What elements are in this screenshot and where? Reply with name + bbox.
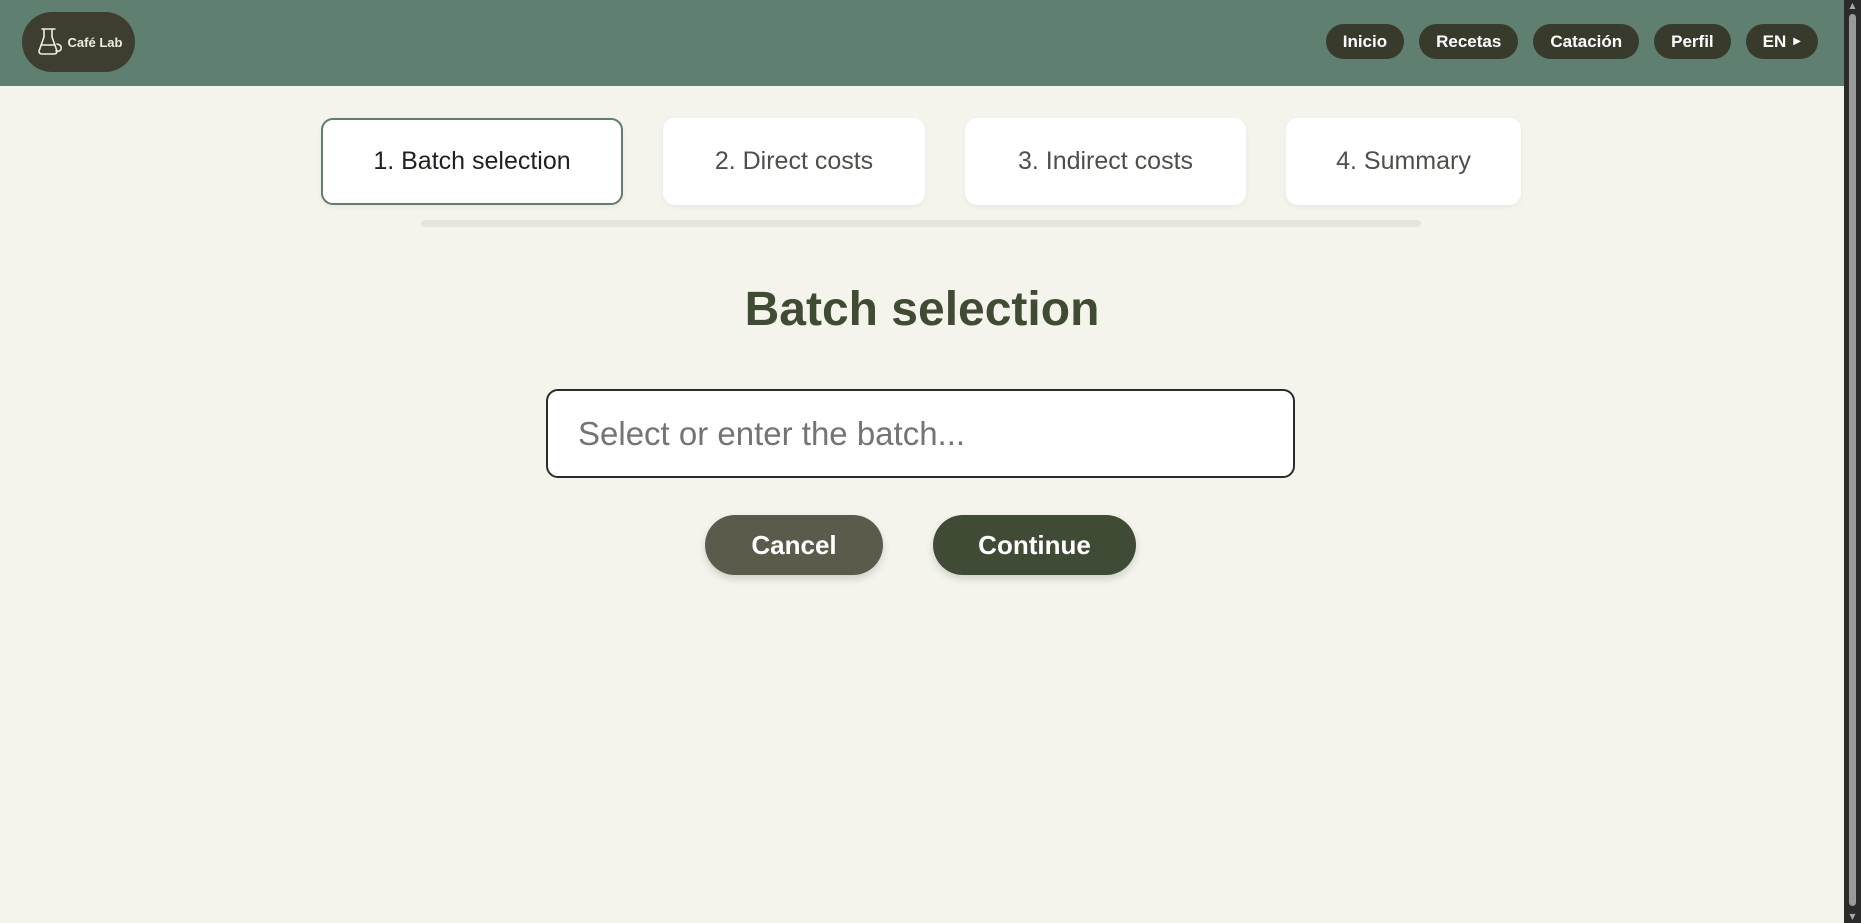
coffee-dripper-icon [37,28,62,55]
main-nav: Inicio Recetas Catación Perfil EN ▶ [1325,24,1818,59]
step-batch-selection[interactable]: 1. Batch selection [321,118,623,205]
nav-recetas-label: Recetas [1436,31,1502,51]
step-batch-selection-label: 1. Batch selection [373,147,571,175]
step-indirect-costs-label: 3. Indirect costs [1017,147,1194,175]
language-label: EN [1762,31,1787,51]
nav-perfil-label: Perfil [1671,31,1714,51]
scroll-down-icon[interactable]: ▼ [1844,911,1861,923]
continue-button[interactable]: Continue [933,515,1136,575]
nav-catacion-button[interactable]: Catación [1533,24,1640,59]
logo-text: Café Lab [67,34,123,50]
step-indirect-costs[interactable]: 3. Indirect costs [965,118,1246,205]
cancel-button-label: Cancel [751,529,837,560]
nav-perfil-button[interactable]: Perfil [1654,24,1731,59]
nav-catacion-label: Catación [1550,31,1623,51]
nav-recetas-button[interactable]: Recetas [1419,24,1519,59]
nav-inicio-label: Inicio [1342,31,1388,51]
nav-inicio-button[interactable]: Inicio [1325,24,1405,59]
logo[interactable]: Café Lab [22,12,135,72]
step-direct-costs-label: 2. Direct costs [714,147,874,175]
step-summary-label: 4. Summary [1336,147,1471,175]
continue-button-label: Continue [978,529,1091,560]
caret-right-icon: ▶ [1793,36,1801,47]
page-title: Batch selection [744,283,1100,336]
step-summary[interactable]: 4. Summary [1286,118,1521,205]
scrollbar-thumb[interactable] [1849,14,1856,906]
scroll-up-icon[interactable]: ▲ [1844,0,1861,12]
stepper-progress-track [421,220,1421,227]
cancel-button[interactable]: Cancel [705,515,883,575]
top-header: Café Lab Inicio Recetas Catación Perfil … [0,0,1844,86]
batch-input[interactable] [546,389,1295,478]
step-direct-costs[interactable]: 2. Direct costs [663,118,925,205]
vertical-scrollbar[interactable]: ▲ ▼ [1844,0,1861,923]
language-selector-button[interactable]: EN ▶ [1745,24,1818,59]
page: Café Lab Inicio Recetas Catación Perfil … [0,0,1844,923]
